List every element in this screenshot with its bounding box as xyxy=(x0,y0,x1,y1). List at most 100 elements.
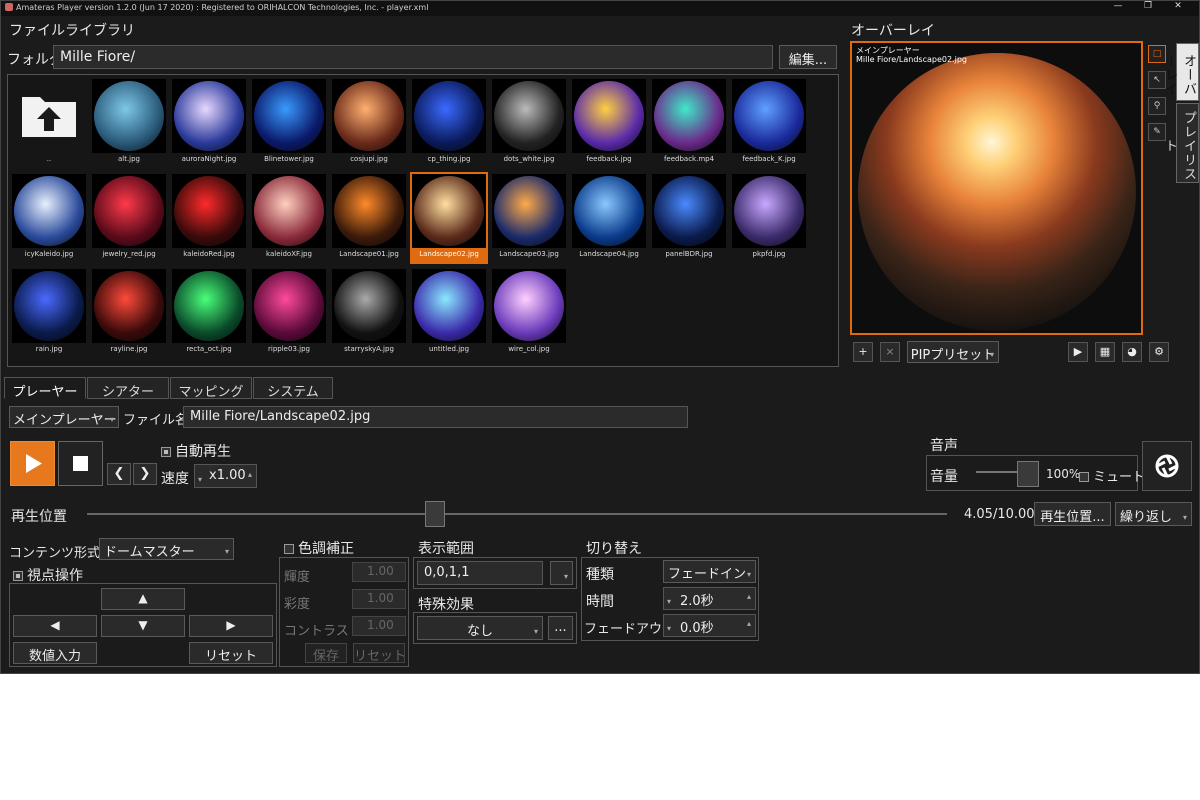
remove-button[interactable]: × xyxy=(880,342,900,362)
file-thumbnail[interactable]: Landscape02.jpg xyxy=(410,172,488,264)
settings-icon[interactable]: ⚙ xyxy=(1149,342,1169,362)
next-button[interactable]: ❯ xyxy=(133,463,157,485)
view-reset-button[interactable]: リセット xyxy=(189,642,273,664)
content-type-label: コンテンツ形式 xyxy=(9,546,101,561)
pip-preset-select[interactable]: PIPプリセット ▾ xyxy=(907,341,999,363)
speed-stepper[interactable]: x1.00 ▾ ▴ xyxy=(194,464,257,488)
play-button[interactable] xyxy=(10,441,55,486)
overlay-preview[interactable]: メインプレーヤー Mille Fiore/Landscape02.jpg xyxy=(850,41,1143,335)
add-button[interactable]: + xyxy=(853,342,873,362)
parent-folder-label: .. xyxy=(46,155,52,163)
edit-button[interactable]: 編集... xyxy=(779,45,837,69)
contrast-stepper[interactable]: 1.00 xyxy=(352,616,406,636)
display-range-field[interactable]: 0,0,1,1 xyxy=(417,561,543,585)
tab-mapping[interactable]: マッピング xyxy=(170,377,252,400)
position-label: 再生位置 xyxy=(11,509,67,525)
view-left-button[interactable]: ◀ xyxy=(13,615,97,637)
content-type-select[interactable]: ドームマスター ▾ xyxy=(99,538,234,560)
chevron-down-icon: ▾ xyxy=(198,475,203,484)
file-thumbnail[interactable]: recta_oct.jpg xyxy=(170,267,248,359)
display-range-dropdown[interactable]: ▾ xyxy=(550,561,573,585)
numeric-input-button[interactable]: 数値入力 xyxy=(13,642,97,664)
effect-select[interactable]: なし ▾ xyxy=(417,616,543,640)
position-button[interactable]: 再生位置... xyxy=(1034,502,1111,526)
parent-folder-item[interactable]: .. xyxy=(10,77,88,169)
checkbox-icon xyxy=(161,447,171,457)
view-right-button[interactable]: ▶ xyxy=(189,615,273,637)
brightness-stepper[interactable]: 1.00 xyxy=(352,562,406,582)
file-thumbnail[interactable]: jewelry_red.jpg xyxy=(90,172,168,264)
transition-time-label: 時間 xyxy=(586,594,614,610)
grid-icon[interactable]: ▦ xyxy=(1095,342,1115,362)
speed-label: 速度 xyxy=(161,471,189,487)
maximize-button[interactable]: ❐ xyxy=(1133,1,1163,11)
file-thumbnail[interactable]: ripple03.jpg xyxy=(250,267,328,359)
file-thumbnail[interactable]: Landscape01.jpg xyxy=(330,172,408,264)
file-thumbnail[interactable]: untitled.jpg xyxy=(410,267,488,359)
file-thumbnail[interactable]: kaleidoXF.jpg xyxy=(250,172,328,264)
file-name-field[interactable]: Mille Fiore/Landscape02.jpg xyxy=(183,406,688,428)
palette-icon[interactable]: ◕ xyxy=(1122,342,1142,362)
file-thumbnail[interactable]: wire_col.jpg xyxy=(490,267,568,359)
file-thumbnail[interactable]: feedback.mp4 xyxy=(650,77,728,169)
file-name: feedback.mp4 xyxy=(663,155,715,163)
shutter-button[interactable] xyxy=(1142,441,1192,491)
position-slider[interactable] xyxy=(87,513,947,515)
play-overlay-icon[interactable]: ▶ xyxy=(1068,342,1088,362)
transition-type-value: フェードイン xyxy=(668,567,747,582)
stop-button[interactable] xyxy=(58,441,103,486)
folder-input[interactable]: Mille Fiore/ xyxy=(53,45,773,69)
file-thumbnail[interactable]: dots_white.jpg xyxy=(490,77,568,169)
chevron-down-icon: ▾ xyxy=(109,415,114,424)
file-thumbnail[interactable]: pkpfd.jpg xyxy=(730,172,808,264)
thumbnail-image xyxy=(92,79,166,153)
tab-theater[interactable]: シアター xyxy=(87,377,169,400)
file-thumbnail[interactable]: auroraNight.jpg xyxy=(170,77,248,169)
view-down-button[interactable]: ▼ xyxy=(101,615,185,637)
file-thumbnail[interactable]: feedback.jpg xyxy=(570,77,648,169)
file-thumbnail[interactable]: Blinetower.jpg xyxy=(250,77,328,169)
saturation-stepper[interactable]: 1.00 xyxy=(352,589,406,609)
prev-button[interactable]: ❮ xyxy=(107,463,131,485)
view-up-button[interactable]: ▲ xyxy=(101,588,185,610)
minimize-button[interactable]: — xyxy=(1103,1,1133,11)
color-correction-checkbox[interactable]: 色調補正 xyxy=(284,538,354,558)
file-thumbnail[interactable]: cosjupi.jpg xyxy=(330,77,408,169)
close-button[interactable]: ✕ xyxy=(1163,1,1193,11)
tab-playlist[interactable]: プレイリスト xyxy=(1162,103,1199,183)
tab-player[interactable]: プレーヤー xyxy=(4,377,86,400)
zoom-tool-icon[interactable]: ⚲ xyxy=(1148,97,1166,115)
file-thumbnail[interactable]: starryskyA.jpg xyxy=(330,267,408,359)
mute-checkbox[interactable]: ミュート xyxy=(1079,466,1145,485)
file-thumbnail[interactable]: rain.jpg xyxy=(10,267,88,359)
viewpoint-checkbox[interactable]: 視点操作 xyxy=(13,565,83,585)
autoplay-checkbox[interactable]: 自動再生 xyxy=(161,441,231,461)
file-name: feedback_K.jpg xyxy=(742,155,796,163)
tab-overlay[interactable]: オーバーレイ xyxy=(1162,43,1199,101)
file-thumbnail[interactable]: alt.jpg xyxy=(90,77,168,169)
player-select[interactable]: メインプレーヤー ▾ xyxy=(9,406,119,428)
file-thumbnail[interactable]: icyKaleido.jpg xyxy=(10,172,88,264)
audio-title: 音声 xyxy=(930,438,958,454)
file-thumbnail[interactable]: kaleidoRed.jpg xyxy=(170,172,248,264)
volume-slider-handle[interactable] xyxy=(1017,461,1039,487)
color-reset-button[interactable]: リセット xyxy=(353,643,406,664)
tab-system[interactable]: システム xyxy=(253,377,333,400)
effect-more-button[interactable]: ... xyxy=(548,616,573,640)
file-thumbnail[interactable]: feedback_K.jpg xyxy=(730,77,808,169)
file-thumbnail[interactable]: Landscape03.jpg xyxy=(490,172,568,264)
loop-select[interactable]: 繰り返し ▾ xyxy=(1115,502,1192,526)
file-thumbnail[interactable]: cp_thing.jpg xyxy=(410,77,488,169)
transition-time-stepper[interactable]: 2.0秒 ▾ ▴ xyxy=(663,587,756,610)
volume-label: 音量 xyxy=(930,469,958,485)
file-thumbnail[interactable]: Landscape04.jpg xyxy=(570,172,648,264)
fadeout-stepper[interactable]: 0.0秒 ▾ ▴ xyxy=(663,614,756,637)
file-thumbnail[interactable]: rayline.jpg xyxy=(90,267,168,359)
thumbnail-image xyxy=(172,269,246,343)
dome-preview xyxy=(414,271,484,341)
color-save-button[interactable]: 保存 xyxy=(305,643,347,664)
transition-type-select[interactable]: フェードイン ▾ xyxy=(663,560,756,583)
position-slider-handle[interactable] xyxy=(425,501,446,527)
chevron-up-icon: ▴ xyxy=(746,619,751,628)
file-thumbnail[interactable]: panelBDR.jpg xyxy=(650,172,728,264)
